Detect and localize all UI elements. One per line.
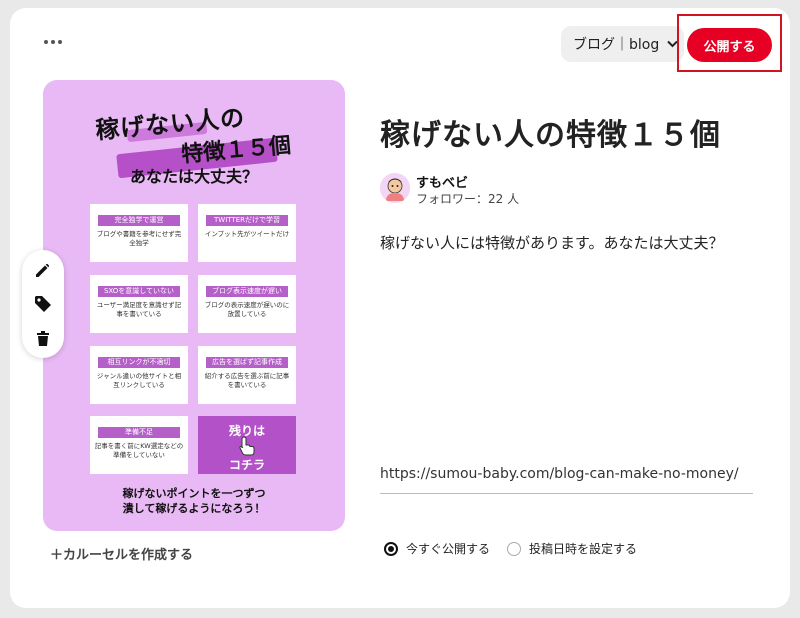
pin-image-tile: 完全独学で運営 ブログや書籍を参考にせず完全独学 (90, 204, 188, 262)
tile-desc: ブログや書籍を参考にせず完全独学 (96, 230, 182, 247)
tile-desc: 紹介する広告を選ぶ前に記事を書いている (204, 372, 290, 389)
tile-desc: ブログの表示速度が遅いのに放置している (204, 301, 290, 318)
tile-desc: インプット先がツイートだけ (204, 230, 290, 238)
tile-tag: 完全独学で運営 (98, 215, 180, 226)
tile-tag: 準備不足 (98, 427, 180, 438)
tile-tag: TWITTERだけで学習 (206, 215, 288, 226)
pin-image-footer-line2: 潰して稼げるようになろう！ (122, 502, 266, 515)
tile-tag: 広告を選ばず記事作成 (206, 357, 288, 368)
schedule-label: 投稿日時を設定する (529, 542, 638, 556)
pin-image-cta-tile: 残りは コチラ (198, 416, 296, 474)
publish-now-option[interactable]: 今すぐ公開する (384, 540, 490, 557)
pin-image: 稼げない人の 特徴１５個 あなたは大丈夫？ 完全独学で運営 ブログや書籍を参考に… (43, 80, 345, 531)
author-name[interactable]: すもベビ (416, 172, 468, 191)
pin-image-footer: 稼げないポイントを一つずつ 潰して稼げるようになろう！ (43, 486, 345, 516)
pin-title[interactable]: 稼げない人の特徴１５個 (380, 110, 721, 154)
pin-image-tile: ブログ表示速度が遅い ブログの表示速度が遅いのに放置している (198, 275, 296, 333)
publish-button[interactable]: 公開する (687, 28, 772, 62)
tile-desc: ジャンル違いの他サイトと相互リンクしている (96, 372, 182, 389)
edit-pencil-icon[interactable] (33, 260, 53, 280)
publish-highlight-box: 公開する (677, 14, 782, 72)
image-tools-toolbar (22, 250, 64, 358)
cta-line2: コチラ (228, 458, 265, 472)
schedule-radio[interactable] (507, 541, 521, 556)
pin-description[interactable]: 稼げない人には特徴があります。あなたは大丈夫？ (380, 232, 724, 253)
destination-link-field[interactable]: https://sumou-baby.com/blog-can-make-no-… (380, 466, 753, 494)
avatar (380, 173, 410, 203)
pin-image-tile: 広告を選ばず記事作成 紹介する広告を選ぶ前に記事を書いている (198, 346, 296, 404)
board-select-label: ブログ｜blog (573, 37, 660, 53)
publish-now-radio[interactable] (384, 541, 398, 556)
tile-tag: 相互リンクが不適切 (98, 357, 180, 368)
tile-tag: ブログ表示速度が遅い (206, 286, 288, 297)
create-carousel-link[interactable]: ＋カルーセルを作成する (50, 544, 193, 563)
tile-desc: ユーザー満足度を意識せず記事を書いている (96, 301, 182, 318)
board-select[interactable]: ブログ｜blog (561, 26, 684, 62)
more-options-icon[interactable] (44, 40, 62, 44)
pin-image-tile: 準備不足 記事を書く前にKW選定などの準備をしていない (90, 416, 188, 474)
schedule-option[interactable]: 投稿日時を設定する (507, 540, 637, 557)
follower-count: フォロワー：22 人 (416, 192, 520, 206)
pin-image-title: 稼げない人の 特徴１５個 (43, 98, 345, 179)
pin-image-subtitle: あなたは大丈夫？ (129, 167, 258, 186)
trash-icon[interactable] (33, 328, 53, 348)
pin-image-tile: TWITTERだけで学習 インプット先がツイートだけ (198, 204, 296, 262)
tile-tag: SXOを意識していない (98, 286, 180, 297)
tile-desc: 記事を書く前にKW選定などの準備をしていない (94, 442, 184, 459)
tag-icon[interactable] (33, 294, 53, 314)
pin-image-tile: 相互リンクが不適切 ジャンル違いの他サイトと相互リンクしている (90, 346, 188, 404)
pin-image-footer-line1: 稼げないポイントを一つずつ (122, 487, 266, 500)
pin-image-tile: SXOを意識していない ユーザー満足度を意識せず記事を書いている (90, 275, 188, 333)
publish-now-label: 今すぐ公開する (406, 542, 491, 556)
